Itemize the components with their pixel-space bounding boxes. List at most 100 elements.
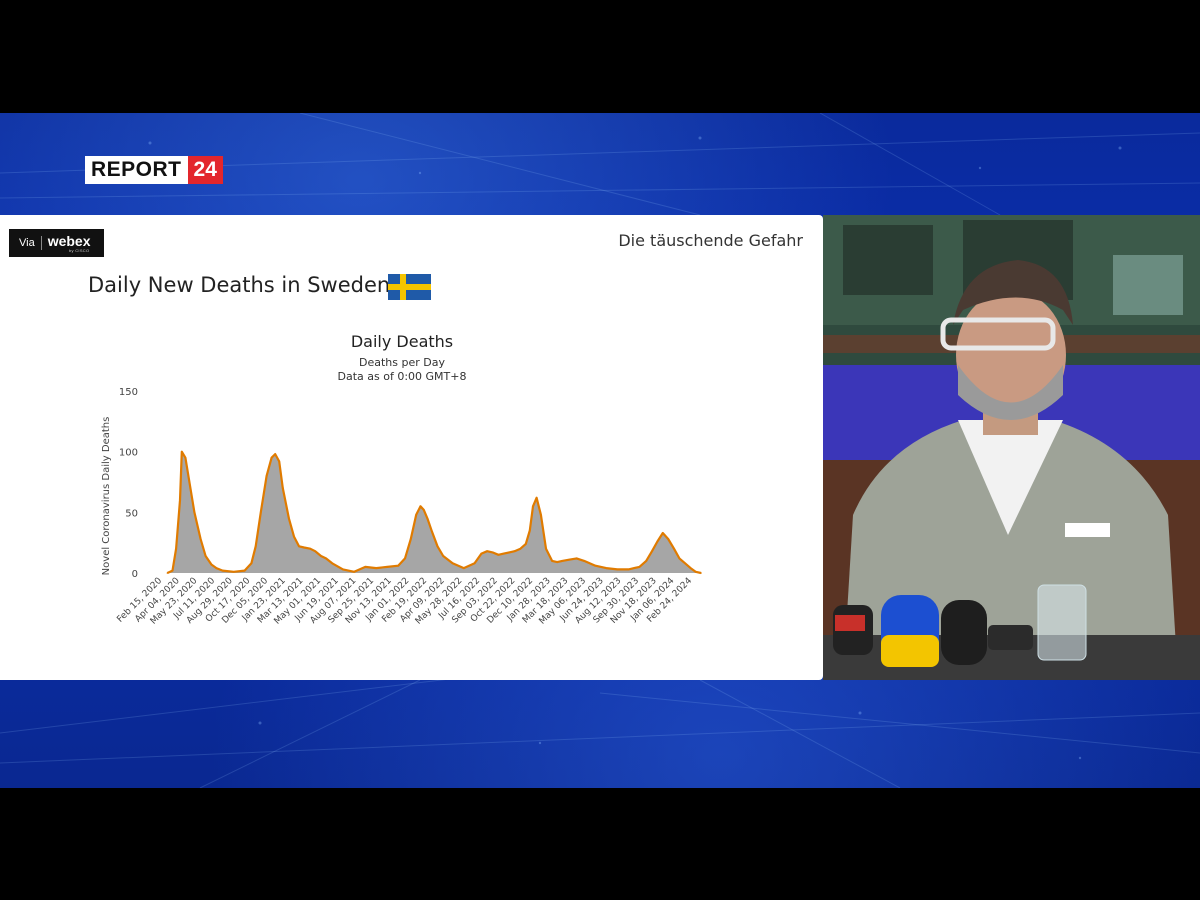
data-point (243, 569, 246, 572)
slide-title: Daily New Deaths in Sweden (88, 273, 391, 297)
data-point (451, 562, 454, 565)
data-point (551, 560, 553, 562)
data-point (265, 475, 268, 477)
data-point (314, 550, 316, 552)
data-point (364, 566, 367, 568)
data-point (463, 567, 465, 569)
webex-badge: Via webex by CISCO (9, 229, 104, 257)
data-point (442, 555, 445, 557)
data-point (260, 511, 262, 514)
data-point (282, 487, 284, 489)
data-point (179, 499, 181, 501)
data-point (508, 551, 511, 554)
data-point (673, 547, 675, 550)
chart-title: Daily Deaths (351, 332, 453, 351)
data-point (519, 547, 522, 550)
data-point (662, 532, 664, 534)
data-point (331, 562, 333, 565)
data-point (513, 550, 516, 552)
data-point (342, 568, 344, 571)
data-point (232, 571, 235, 573)
data-point (497, 554, 500, 556)
logo-number: 24 (187, 156, 223, 184)
data-point (397, 564, 400, 567)
data-point (171, 569, 174, 572)
webex-brand-label: webex (47, 233, 91, 249)
data-point (410, 538, 412, 540)
data-point (529, 529, 531, 532)
data-point (605, 567, 607, 569)
speaker-video-feed (823, 215, 1200, 680)
data-point (535, 497, 538, 499)
data-point (491, 551, 494, 554)
data-point (545, 547, 547, 550)
data-point (700, 572, 702, 574)
data-point (638, 566, 641, 568)
data-point (188, 481, 191, 483)
y-tick-label: 150 (119, 387, 138, 398)
broadcast-stage: REPORT 24 Via webex by CISCO Die täusche… (0, 113, 1200, 788)
y-tick-label: 0 (132, 569, 138, 580)
data-point (175, 547, 177, 550)
data-point (689, 567, 692, 569)
data-point (525, 543, 527, 545)
data-point (298, 545, 300, 548)
data-point (278, 460, 280, 463)
chart-subtitle: Deaths per Day (359, 356, 445, 369)
slide-header-text: Die täuschende Gefahr (618, 231, 803, 250)
data-point (293, 535, 295, 538)
data-point (386, 566, 389, 568)
y-tick-label: 50 (125, 508, 138, 519)
data-point (575, 557, 578, 560)
data-point (678, 557, 681, 560)
data-point (204, 555, 207, 557)
data-point (651, 550, 653, 552)
presentation-slide: Via webex by CISCO Die täuschende Gefahr… (0, 215, 823, 680)
data-point (375, 567, 378, 569)
data-point (210, 563, 213, 566)
data-point (288, 517, 290, 520)
data-point (419, 505, 422, 508)
data-point (415, 514, 418, 516)
data-point (436, 545, 439, 548)
data-point (583, 560, 585, 562)
webex-sub-label: by CISCO (69, 248, 90, 253)
data-point (166, 572, 169, 574)
data-point (667, 538, 669, 540)
data-point (568, 558, 570, 561)
data-point (250, 562, 253, 565)
data-point (540, 514, 542, 516)
data-point (199, 538, 202, 540)
daily-deaths-chart: Daily Deaths Deaths per Day Data as of 0… (101, 332, 702, 627)
data-point (320, 555, 322, 557)
letterbox-bottom (0, 788, 1200, 900)
logo-word: REPORT (85, 156, 188, 184)
data-point (532, 505, 534, 508)
chart-subtitle-date: Data as of 0:00 GMT+8 (338, 370, 467, 383)
data-point (426, 517, 429, 520)
webex-via-label: Via (9, 236, 42, 250)
data-point (561, 560, 563, 562)
data-point (184, 456, 187, 459)
data-point (193, 511, 196, 514)
speaker-scene (823, 215, 1200, 680)
data-point (556, 561, 558, 563)
data-point (274, 453, 276, 455)
data-point (270, 456, 273, 459)
data-point (694, 571, 697, 573)
data-point (309, 547, 311, 550)
y-tick-label: 100 (119, 448, 138, 459)
data-point (423, 509, 425, 511)
data-point (353, 571, 356, 573)
data-point (254, 545, 257, 548)
data-point (215, 567, 218, 569)
data-point (503, 552, 505, 555)
data-point (656, 540, 659, 543)
data-point (616, 568, 619, 571)
data-point (325, 557, 327, 560)
data-point (594, 564, 597, 567)
letterbox-top (0, 0, 1200, 113)
data-point (404, 557, 406, 560)
data-point (221, 569, 224, 572)
data-point (684, 562, 686, 565)
